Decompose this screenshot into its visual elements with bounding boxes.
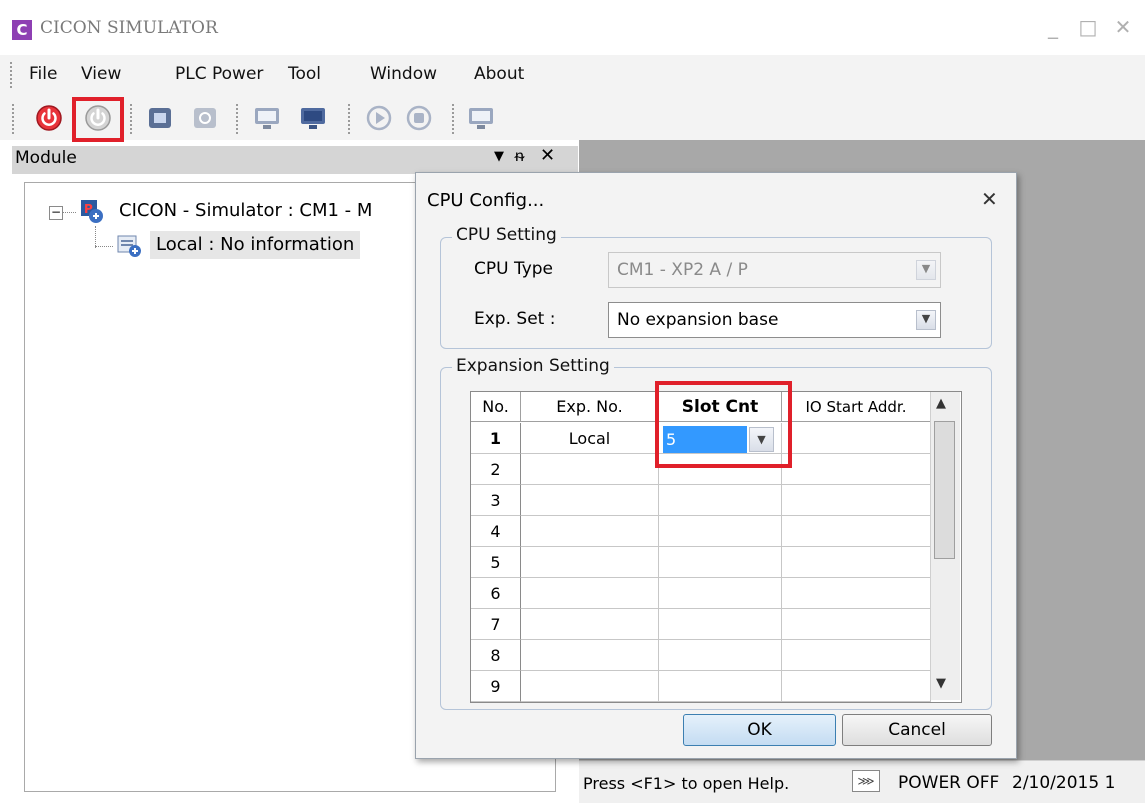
row-number[interactable]: 1: [471, 423, 521, 454]
tree-collapse-icon[interactable]: −: [49, 206, 63, 220]
exp-set-value: No expansion base: [617, 310, 779, 330]
scroll-thumb[interactable]: [934, 421, 955, 559]
row-number[interactable]: 8: [471, 640, 521, 671]
exp-set-select[interactable]: No expansion base ▼: [608, 302, 941, 338]
slot-cnt-cell[interactable]: [659, 640, 782, 671]
row-number[interactable]: 3: [471, 485, 521, 516]
row-number[interactable]: 9: [471, 671, 521, 702]
io-start-cell[interactable]: [782, 547, 931, 578]
chevron-down-icon: ▼: [916, 310, 936, 330]
tree-line: [95, 246, 113, 247]
slot-cnt-cell[interactable]: [659, 485, 782, 516]
row-number[interactable]: 7: [471, 609, 521, 640]
menu-view[interactable]: View: [81, 64, 121, 84]
menu-about[interactable]: About: [474, 64, 524, 84]
module-refresh-icon[interactable]: [190, 103, 220, 133]
io-start-cell[interactable]: [782, 578, 931, 609]
plc-project-icon: P: [79, 198, 105, 229]
row-number[interactable]: 4: [471, 516, 521, 547]
app-logo-icon: C: [12, 20, 32, 40]
monitor-run-icon[interactable]: [298, 103, 328, 133]
power-on-icon[interactable]: [34, 103, 64, 133]
io-start-cell[interactable]: [782, 454, 931, 485]
status-help-text: Press <F1> to open Help.: [583, 774, 790, 793]
cpu-type-value: CM1 - XP2 A / P: [617, 260, 748, 280]
exp-no-cell[interactable]: [521, 578, 659, 609]
module-panel-title: Module: [15, 148, 77, 168]
panel-dropdown-icon[interactable]: ▼: [494, 149, 504, 164]
slot-cnt-cell[interactable]: [659, 578, 782, 609]
exp-no-cell[interactable]: Local: [521, 423, 659, 454]
close-window-icon[interactable]: ✕: [1110, 14, 1136, 40]
toolbar-separator: [236, 104, 242, 134]
tree-root-label[interactable]: CICON - Simulator : CM1 - M: [119, 200, 372, 221]
cpu-setting-label: CPU Setting: [452, 225, 561, 245]
pin-icon[interactable]: ᵰ: [515, 146, 524, 166]
highlight-slot-cnt: [655, 381, 792, 468]
dialog-title: CPU Config...: [427, 190, 545, 211]
dialog-close-icon[interactable]: ✕: [981, 187, 998, 211]
exp-no-cell[interactable]: [521, 671, 659, 702]
status-date: 2/10/2015 1: [1012, 773, 1116, 793]
col-header-exp-no: Exp. No.: [521, 392, 659, 422]
tree-line: [62, 212, 76, 213]
toolbar-separator: [348, 104, 354, 134]
exp-no-cell[interactable]: [521, 609, 659, 640]
cpu-type-label: CPU Type: [474, 259, 554, 279]
stop-icon[interactable]: [404, 103, 434, 133]
power-status: POWER OFF: [898, 773, 1000, 793]
io-start-cell[interactable]: [782, 423, 931, 454]
fast-forward-icon: ⋙: [852, 770, 880, 792]
exp-no-cell[interactable]: [521, 516, 659, 547]
exp-no-cell[interactable]: [521, 640, 659, 671]
menu-window[interactable]: Window: [370, 64, 437, 84]
io-start-cell[interactable]: [782, 516, 931, 547]
menu-tool[interactable]: Tool: [288, 64, 321, 84]
row-number[interactable]: 2: [471, 454, 521, 485]
ok-button[interactable]: OK: [683, 714, 836, 746]
cpu-type-select[interactable]: CM1 - XP2 A / P ▼: [608, 252, 941, 288]
io-start-cell[interactable]: [782, 485, 931, 516]
maximize-icon[interactable]: □: [1075, 14, 1101, 40]
exp-set-label: Exp. Set :: [474, 309, 556, 329]
module-config-icon[interactable]: [145, 103, 175, 133]
slot-cnt-cell[interactable]: [659, 671, 782, 702]
slot-cnt-cell[interactable]: [659, 547, 782, 578]
tree-line: [95, 226, 96, 248]
close-panel-icon[interactable]: ✕: [540, 145, 555, 166]
expansion-setting-label: Expansion Setting: [452, 356, 614, 376]
toolbar-grip: [12, 104, 18, 134]
local-module-icon: [115, 233, 143, 264]
col-header-io-start: IO Start Addr.: [782, 392, 931, 422]
slot-cnt-cell[interactable]: [659, 609, 782, 640]
io-start-cell[interactable]: [782, 609, 931, 640]
display-icon[interactable]: [466, 103, 496, 133]
menu-file[interactable]: File: [29, 64, 57, 84]
row-number[interactable]: 5: [471, 547, 521, 578]
scroll-up-icon[interactable]: ▲: [936, 396, 946, 411]
power-off-icon[interactable]: [83, 103, 113, 133]
exp-no-cell[interactable]: [521, 454, 659, 485]
io-start-cell[interactable]: [782, 640, 931, 671]
menu-plc-power[interactable]: PLC Power: [175, 64, 263, 84]
exp-no-cell[interactable]: [521, 485, 659, 516]
menu-bar: [0, 55, 1145, 95]
exp-no-cell[interactable]: [521, 547, 659, 578]
window-title: CICON SIMULATOR: [40, 18, 218, 38]
cancel-button[interactable]: Cancel: [842, 714, 992, 746]
run-icon[interactable]: [364, 103, 394, 133]
slot-cnt-cell[interactable]: [659, 516, 782, 547]
io-start-cell[interactable]: [782, 671, 931, 702]
monitor-icon[interactable]: [252, 103, 282, 133]
menu-grip: [10, 62, 16, 88]
tree-child-label[interactable]: Local : No information: [150, 231, 361, 259]
toolbar-separator: [452, 104, 458, 134]
minimize-icon[interactable]: _: [1040, 14, 1066, 40]
row-number[interactable]: 6: [471, 578, 521, 609]
chevron-down-icon: ▼: [916, 260, 936, 280]
toolbar-separator: [130, 104, 136, 134]
scroll-down-icon[interactable]: ▼: [936, 676, 946, 691]
col-header-no: No.: [471, 392, 521, 422]
